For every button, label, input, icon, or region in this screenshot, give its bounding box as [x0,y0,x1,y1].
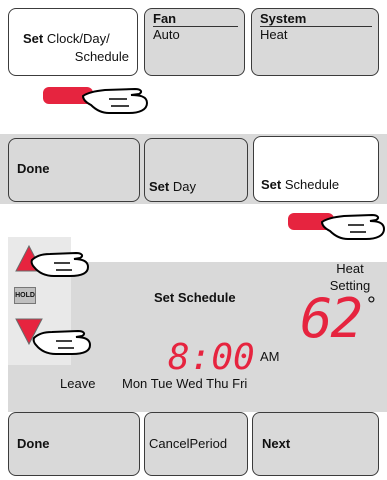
set-day-label: Set Day [149,179,196,195]
cancel-period-label: CancelPeriod [149,436,228,451]
ampm-label: AM [260,349,280,364]
set-word: Set [149,179,170,194]
system-label: System [260,12,372,27]
period-label: Leave [60,376,96,391]
done-button[interactable]: Done [8,412,140,476]
time-display: 8:00 [168,337,255,378]
clock-day-text: Clock/Day/ [46,31,110,46]
day-wed: Wed [176,376,203,391]
cancel-period-button[interactable]: CancelPeriod [144,412,248,476]
hold-button[interactable]: HOLD [14,287,36,304]
heat-text: Heat [336,261,364,276]
day-fri: Fri [232,376,248,391]
next-button[interactable]: Next [252,412,379,476]
hold-label: HOLD [15,292,35,299]
fan-value: Auto [153,27,180,42]
set-schedule-label: Set Schedule [261,177,339,193]
pointing-hand-icon [43,87,149,114]
system-button[interactable]: System Heat [251,8,379,76]
pointing-hand-icon [288,213,386,240]
day-mon: Mon [122,376,148,391]
next-label: Next [262,436,291,451]
screen-title: Set Schedule [154,290,236,305]
done-button-top[interactable]: Done [8,138,140,202]
done-label: Done [17,436,50,451]
fan-label: Fan [153,12,238,27]
schedule-text: Schedule [284,177,340,192]
days-row: Mon Tue Wed Thu Fri [122,376,247,391]
set-schedule-button[interactable]: Set Schedule [253,136,379,202]
fan-button[interactable]: Fan Auto [144,8,245,76]
set-word: Set [261,177,282,192]
degree-symbol: ° [367,292,376,317]
done-label: Done [17,161,50,176]
pointing-hand-icon [32,329,92,355]
day-tue: Tue [150,376,173,391]
set-clock-label: Set Clock/Day/ [23,31,110,47]
day-thu: Thu [206,376,229,391]
set-word: Set [23,31,44,46]
day-text: Day [172,179,196,194]
schedule-text: Schedule [74,49,129,64]
set-day-button[interactable]: Set Day [144,138,248,202]
temperature-display: 62 [300,287,363,350]
system-value: Heat [260,27,288,42]
set-clock-day-schedule-button[interactable]: Set Clock/Day/ Schedule [8,8,138,76]
pointing-hand-icon [30,251,90,277]
